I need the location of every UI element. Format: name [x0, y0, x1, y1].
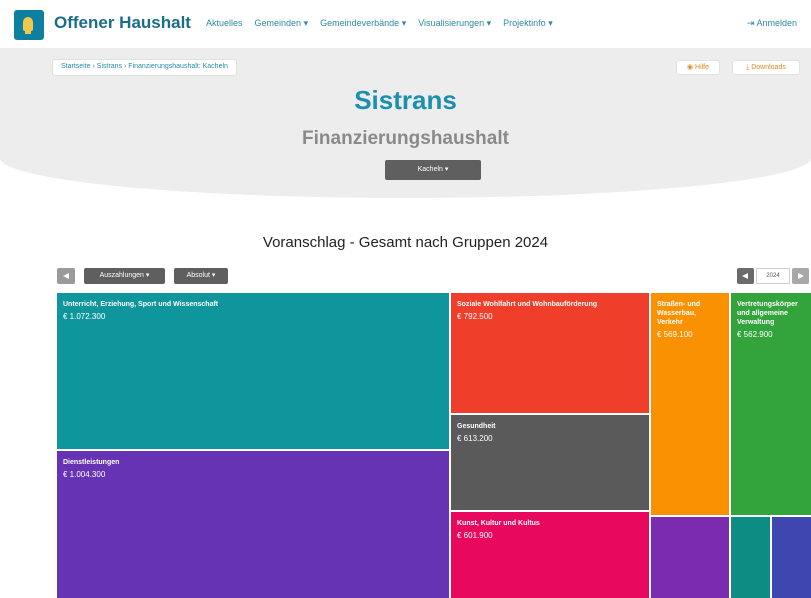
- tile-label: Kunst, Kultur und Kultus: [457, 520, 540, 527]
- login-link[interactable]: ⇥ Anmelden: [747, 18, 797, 29]
- page-subtitle: Finanzierungshaushalt: [302, 128, 509, 149]
- caret-down-icon: ▾: [145, 272, 150, 279]
- menu-item-projektinfo[interactable]: Projektinfo ▾: [503, 18, 553, 29]
- caret-down-icon: ▾: [444, 166, 449, 173]
- tile-label: Vertretungskörper und allgemeine Verwalt…: [737, 301, 798, 326]
- top-navbar: Offener Haushalt Aktuelles Gemeinden ▾ G…: [0, 0, 811, 48]
- next-year-button[interactable]: [792, 268, 809, 284]
- tile-value: € 562.900: [737, 330, 773, 339]
- tile-small-2[interactable]: [731, 517, 770, 598]
- caret-down-icon: ▾: [486, 18, 492, 28]
- tile-label: Straßen- und Wasserbau, Verkehr: [657, 301, 701, 326]
- tile-unterricht[interactable]: Unterricht, Erziehung, Sport und Wissens…: [57, 293, 449, 449]
- menu-item-visualisierungen[interactable]: Visualisierungen ▾: [418, 18, 491, 29]
- help-button[interactable]: ◉ Hilfe: [676, 60, 720, 75]
- tile-value: € 1.004.300: [63, 470, 106, 479]
- downloads-button[interactable]: ⤓ Downloads: [732, 60, 800, 75]
- tile-gesundheit[interactable]: Gesundheit € 613.200: [451, 415, 649, 510]
- chart-title: Voranschlag - Gesamt nach Gruppen 2024: [262, 234, 549, 251]
- treemap-chart: Unterricht, Erziehung, Sport und Wissens…: [57, 293, 811, 598]
- tile-dienstleistungen[interactable]: Dienstleistungen € 1.004.300: [57, 451, 449, 598]
- tile-small-1[interactable]: [651, 517, 729, 598]
- year-field[interactable]: 2024: [756, 268, 790, 284]
- caret-down-icon: ▾: [303, 18, 309, 28]
- help-icon: ◉: [686, 64, 694, 71]
- tile-label: Soziale Wohlfahrt und Wohnbauförderung: [457, 301, 598, 308]
- lightbulb-logo-icon[interactable]: [14, 10, 44, 40]
- tile-vertretungskoerper[interactable]: Vertretungskörper und allgemeine Verwalt…: [731, 293, 811, 515]
- tile-value: € 1.072.300: [63, 312, 106, 321]
- download-icon: ⤓: [746, 64, 750, 71]
- tile-label: Dienstleistungen: [63, 459, 120, 466]
- view-select-dropdown[interactable]: Kacheln ▾: [385, 160, 481, 180]
- caret-down-icon: ▾: [548, 18, 553, 28]
- payment-type-dropdown[interactable]: Auszahlungen ▾: [84, 268, 165, 284]
- sign-in-icon: ⇥: [746, 18, 755, 28]
- tile-value: € 601.900: [457, 531, 493, 540]
- menu-item-gemeinden[interactable]: Gemeinden ▾: [255, 18, 309, 29]
- menu-item-aktuelles[interactable]: Aktuelles: [206, 18, 243, 29]
- tile-value: € 569.100: [657, 330, 693, 339]
- main-menu: Aktuelles Gemeinden ▾ Gemeindeverbände ▾…: [206, 18, 553, 29]
- tile-value: € 792.500: [457, 312, 493, 321]
- page: Offener Haushalt Aktuelles Gemeinden ▾ G…: [0, 0, 811, 598]
- previous-year-button[interactable]: [737, 268, 754, 284]
- brand-name[interactable]: Offener Haushalt: [54, 13, 191, 33]
- tile-label: Unterricht, Erziehung, Sport und Wissens…: [63, 301, 219, 308]
- page-title: Sistrans: [354, 85, 457, 115]
- tile-soziale-wohlfahrt[interactable]: Soziale Wohlfahrt und Wohnbauförderung € …: [451, 293, 649, 413]
- back-button[interactable]: [57, 268, 75, 284]
- tile-value: € 613.200: [457, 434, 493, 443]
- menu-item-gemeindeverbaende[interactable]: Gemeindeverbände ▾: [320, 18, 406, 29]
- tile-label: Gesundheit: [457, 423, 496, 430]
- caret-down-icon: ▾: [211, 272, 216, 279]
- value-mode-dropdown[interactable]: Absolut ▾: [174, 268, 228, 284]
- breadcrumb[interactable]: Startseite › Sistrans › Finanzierungshau…: [52, 59, 237, 76]
- tile-strassen-wasserbau[interactable]: Straßen- und Wasserbau, Verkehr € 569.100: [651, 293, 729, 515]
- caret-down-icon: ▾: [401, 18, 407, 28]
- tile-kunst-kultur[interactable]: Kunst, Kultur und Kultus € 601.900: [451, 512, 649, 598]
- tile-small-3[interactable]: [772, 517, 811, 598]
